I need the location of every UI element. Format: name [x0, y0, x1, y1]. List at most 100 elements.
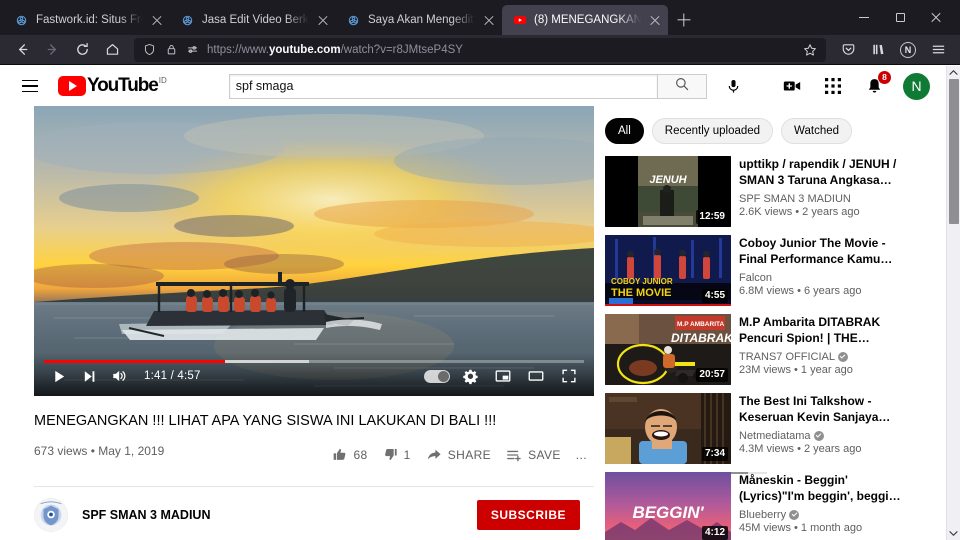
firefox-account-avatar[interactable]: N: [894, 38, 922, 62]
pocket-icon[interactable]: [834, 38, 862, 62]
scroll-up-arrow-icon[interactable]: [947, 66, 960, 79]
more-actions-button[interactable]: ...: [569, 444, 594, 466]
browser-titlebar: Fastwork.id: Situs Freelance Onli Jasa E…: [0, 0, 960, 35]
share-button[interactable]: SHARE: [419, 444, 498, 466]
dislike-button[interactable]: 1: [376, 444, 418, 466]
next-video-icon[interactable]: [74, 361, 104, 391]
autoplay-toggle[interactable]: [422, 361, 452, 391]
hamburger-menu-icon[interactable]: [924, 38, 952, 62]
close-icon[interactable]: [150, 13, 164, 27]
avatar[interactable]: N: [903, 72, 930, 100]
url-bar[interactable]: https://www.youtube.com/watch?v=r8JMtseP…: [134, 37, 826, 62]
verified-badge-icon: [789, 509, 800, 520]
channel-avatar[interactable]: [34, 497, 68, 532]
page-scrollbar[interactable]: [946, 66, 960, 540]
channel-name-text: SPF SMAN 3 MADIUN: [739, 192, 851, 205]
thumbs-down-icon: [383, 447, 398, 462]
reload-icon[interactable]: [68, 38, 96, 62]
video-channel[interactable]: TRANS7 OFFICIAL: [739, 351, 905, 363]
miniplayer-icon[interactable]: [488, 361, 518, 391]
theater-mode-icon[interactable]: [521, 361, 551, 391]
shield-icon[interactable]: [141, 42, 157, 58]
youtube-logo-text: YouTube: [87, 75, 159, 96]
settings-gear-icon[interactable]: [455, 361, 485, 391]
video-thumbnail[interactable]: COBOY JUNIOR THE MOVIE 4:55: [605, 235, 731, 306]
scrollbar-thumb[interactable]: [949, 79, 959, 224]
list-item[interactable]: BEGGIN' 4:12 Måneskin - Beggin' (Lyrics)…: [605, 472, 905, 540]
play-icon[interactable]: [44, 361, 74, 391]
library-icon[interactable]: [864, 38, 892, 62]
voice-search-icon[interactable]: [719, 71, 749, 101]
create-video-icon[interactable]: [780, 74, 804, 98]
subscribe-button[interactable]: SUBSCRIBE: [476, 499, 580, 530]
like-button[interactable]: 68: [325, 444, 374, 466]
browser-tab-2[interactable]: Jasa Edit Video Berkualitas, Mul: [170, 5, 336, 35]
new-tab-button[interactable]: [668, 5, 700, 35]
close-window-icon[interactable]: [918, 0, 954, 35]
guide-hamburger-icon[interactable]: [18, 74, 42, 98]
svg-text:JENUH: JENUH: [649, 174, 687, 186]
browser-navbar: https://www.youtube.com/watch?v=r8JMtseP…: [0, 35, 960, 65]
list-item[interactable]: M.P AMBARITA DITABRAK!!! 20:57 M.P Ambari…: [605, 314, 905, 385]
browser-tab-3[interactable]: Saya Akan Mengedit Video And: [336, 5, 502, 35]
chip-all[interactable]: All: [605, 118, 644, 144]
tab-title: (8) MENEGANGKAN !!! LIHAT AP: [534, 14, 641, 26]
related-videos-sidebar: All Recently uploaded Watched JENUH 12:5…: [605, 106, 905, 540]
browser-tab-1[interactable]: Fastwork.id: Situs Freelance Onli: [4, 5, 170, 35]
lock-icon[interactable]: [163, 42, 179, 58]
share-arrow-icon: [426, 447, 442, 463]
maximize-icon[interactable]: [882, 0, 918, 35]
svg-text:BEGGIN': BEGGIN': [632, 503, 704, 522]
svg-text:COBOY JUNIOR: COBOY JUNIOR: [611, 277, 673, 286]
permissions-icon[interactable]: [185, 42, 201, 58]
save-button[interactable]: SAVE: [499, 444, 568, 466]
youtube-logo[interactable]: YouTube ID: [58, 76, 167, 96]
close-icon[interactable]: [648, 13, 662, 27]
close-icon[interactable]: [482, 13, 496, 27]
notifications-bell-icon[interactable]: 8: [862, 71, 891, 98]
chip-recently-uploaded[interactable]: Recently uploaded: [651, 118, 774, 144]
browser-tab-4-active[interactable]: (8) MENEGANGKAN !!! LIHAT AP: [502, 5, 668, 35]
video-title: upttikp / rapendik / JENUH / SMAN 3 Taru…: [739, 157, 897, 187]
fullscreen-icon[interactable]: [554, 361, 584, 391]
share-label: SHARE: [447, 447, 492, 462]
window-controls: [846, 0, 960, 35]
close-icon[interactable]: [316, 13, 330, 27]
video-thumbnail[interactable]: 7:34: [605, 393, 731, 464]
video-channel[interactable]: Blueberry: [739, 509, 905, 521]
minimize-icon[interactable]: [846, 0, 882, 35]
save-label: SAVE: [528, 447, 561, 462]
video-stats: 45M views • 1 month ago: [739, 521, 863, 534]
primary-column: 1:41 / 4:57 MENEGANGKAN !!! LIHAT APA YA…: [34, 106, 768, 540]
forward-arrow-icon: [38, 38, 66, 62]
home-icon[interactable]: [98, 38, 126, 62]
video-channel[interactable]: SPF SMAN 3 MADIUN: [739, 193, 905, 205]
video-title: Måneskin - Beggin' (Lyrics)"I'm beggin',…: [739, 473, 899, 503]
search-button[interactable]: [656, 73, 707, 99]
video-actions: 68 1 SHARE SAVE ...: [325, 444, 768, 474]
list-item[interactable]: JENUH 12:59 upttikp / rapendik / JENUH /…: [605, 156, 905, 227]
youtube-apps-icon[interactable]: [821, 74, 845, 98]
video-player[interactable]: 1:41 / 4:57: [34, 106, 594, 396]
list-item[interactable]: COBOY JUNIOR THE MOVIE 4:55 Coboy Junior …: [605, 235, 905, 306]
video-thumbnail[interactable]: BEGGIN' 4:12: [605, 472, 731, 540]
star-icon[interactable]: [798, 38, 822, 62]
chip-watched[interactable]: Watched: [781, 118, 853, 144]
video-info: upttikp / rapendik / JENUH / SMAN 3 Taru…: [739, 156, 905, 227]
browser-window: Fastwork.id: Situs Freelance Onli Jasa E…: [0, 0, 960, 540]
video-thumbnail[interactable]: M.P AMBARITA DITABRAK!!! 20:57: [605, 314, 731, 385]
list-item[interactable]: 7:34 The Best Ini Talkshow - Keseruan Ke…: [605, 393, 905, 464]
channel-name[interactable]: SPF SMAN 3 MADIUN: [82, 508, 210, 522]
svg-text:THE MOVIE: THE MOVIE: [611, 287, 672, 299]
video-channel[interactable]: Netmediatama: [739, 430, 905, 442]
scroll-down-arrow-icon[interactable]: [947, 527, 960, 540]
back-arrow-icon[interactable]: [8, 38, 36, 62]
video-title: The Best Ini Talkshow - Keseruan Kevin S…: [739, 394, 879, 424]
search-input[interactable]: spf smaga: [228, 73, 657, 99]
volume-icon[interactable]: [104, 361, 134, 391]
video-duration: 20:57: [696, 368, 728, 382]
video-info: Måneskin - Beggin' (Lyrics)"I'm beggin',…: [739, 472, 905, 540]
video-channel[interactable]: Falcon: [739, 272, 905, 284]
video-thumbnail[interactable]: JENUH 12:59: [605, 156, 731, 227]
youtube-masthead: YouTube ID spf smaga 8 N: [0, 66, 960, 106]
